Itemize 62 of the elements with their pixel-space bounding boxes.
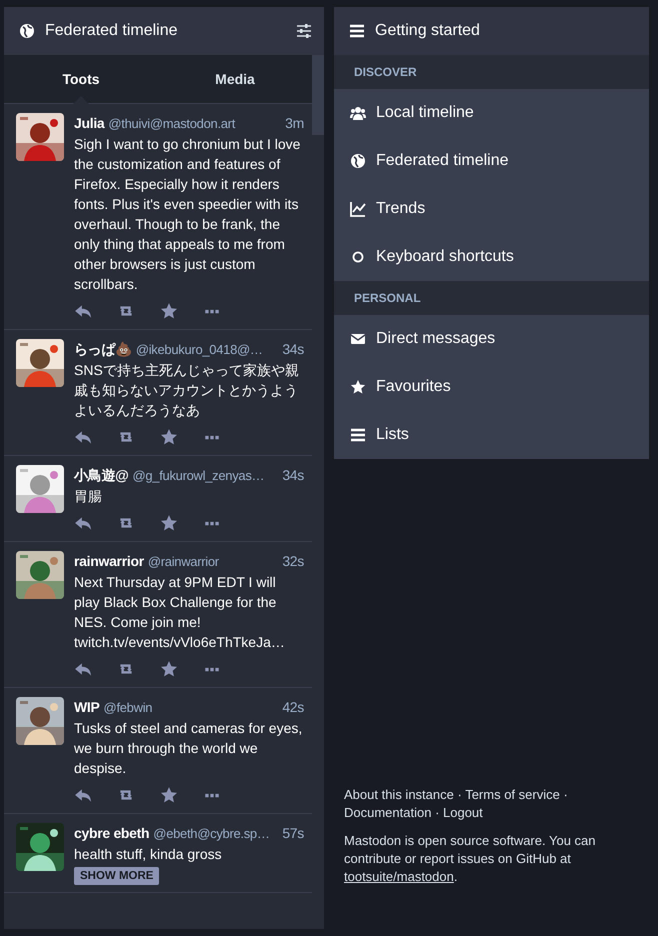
- star-icon[interactable]: [160, 302, 178, 320]
- column-title: Federated timeline: [45, 22, 179, 40]
- menu-item[interactable]: Federated timeline: [334, 137, 649, 185]
- line-chart-icon: [350, 201, 366, 217]
- section-label: DISCOVER: [334, 55, 649, 89]
- footer-link[interactable]: Logout: [443, 805, 483, 820]
- post-text: 胃腸: [74, 487, 103, 506]
- username[interactable]: @febwin: [104, 698, 278, 718]
- timestamp[interactable]: 34s: [282, 339, 304, 359]
- column-title: Getting started: [375, 22, 481, 40]
- display-name[interactable]: らっぱ💩: [74, 339, 132, 359]
- display-name[interactable]: rainwarrior: [74, 551, 144, 571]
- menu-icon: [350, 427, 366, 443]
- footer-link[interactable]: About this instance: [344, 787, 454, 802]
- menu-item[interactable]: Lists: [334, 411, 649, 459]
- post-text: Sigh I want to go chronium but I love the customization and features of Firefox. Especially how it renders fonts. Plus it's even speedier with its overhaul. Though to be frank, the only thing that appeals to me from other browsers is just custom scrollbars.: [74, 135, 302, 294]
- menu-icon: [349, 23, 365, 39]
- timestamp[interactable]: 3m: [285, 113, 304, 133]
- username[interactable]: @thuivi@mastodon.art: [108, 114, 282, 134]
- star-icon[interactable]: [160, 660, 178, 678]
- timestamp[interactable]: 57s: [282, 823, 304, 843]
- username[interactable]: @g_fukurowl_zenyas…: [132, 466, 278, 486]
- settings-icon: [296, 23, 312, 39]
- menu-item[interactable]: Local timeline: [334, 89, 649, 137]
- about-text: Mastodon is open source software. You can contribute or report issues on GitHub at tootsuite/mastodon.: [344, 832, 596, 886]
- star-icon[interactable]: [160, 514, 178, 532]
- menu-item[interactable]: Direct messages: [334, 315, 649, 363]
- username[interactable]: @rainwarrior: [148, 552, 278, 572]
- star-icon: [350, 379, 366, 395]
- menu-item[interactable]: Trends: [334, 185, 649, 233]
- display-name[interactable]: Julia: [74, 113, 104, 133]
- menu-item[interactable]: Keyboard shortcuts: [334, 233, 649, 281]
- post-text: Next Thursday at 9PM EDT I will play Black Box Challenge for the NES. Come join me! twitch.tv/events/vVlo6eThTkeJa…: [74, 573, 286, 652]
- display-name[interactable]: WIP: [74, 697, 100, 717]
- menu-item[interactable]: Favourites: [334, 363, 649, 411]
- star-icon[interactable]: [160, 428, 178, 446]
- display-name[interactable]: 小鳥遊@: [74, 465, 128, 485]
- repository-link[interactable]: tootsuite/mastodon: [344, 869, 454, 884]
- section-label: PERSONAL: [334, 281, 649, 315]
- globe-icon: [350, 153, 366, 169]
- tab[interactable]: Toots: [4, 55, 158, 103]
- globe-icon: [19, 23, 35, 39]
- footer-link[interactable]: Terms of service: [465, 787, 560, 802]
- username[interactable]: @ikebukuro_0418@…: [136, 340, 278, 360]
- people-icon: [350, 105, 366, 121]
- timestamp[interactable]: 34s: [282, 465, 304, 485]
- post-text: SNSで持ち主死んじゃって家族や親戚も知らないアカウントとかうようよいるんだろうなあ: [74, 361, 300, 420]
- footer-links: About this instance · Terms of service · Documentation · Logout: [344, 786, 569, 822]
- post-text: health stuff, kinda gross: [74, 845, 223, 864]
- scrollbar-thumb[interactable]: [312, 55, 324, 135]
- show-more-button[interactable]: SHOW MORE: [74, 867, 160, 885]
- display-name[interactable]: cybre ebeth: [74, 823, 150, 843]
- envelope-icon: [350, 331, 366, 347]
- timestamp[interactable]: 42s: [282, 697, 304, 717]
- link[interactable]: twitch.tv/events/vVlo6eThTkeJa…: [74, 634, 285, 650]
- timestamp[interactable]: 32s: [282, 551, 304, 571]
- footer-link[interactable]: Documentation: [344, 805, 432, 820]
- tab[interactable]: Media: [158, 55, 312, 103]
- star-icon[interactable]: [160, 786, 178, 804]
- post-text: Tusks of steel and cameras for eyes, we burn through the world we despise.: [74, 719, 304, 778]
- username[interactable]: @ebeth@cybre.sp…: [153, 824, 278, 844]
- circle-icon: [350, 249, 366, 265]
